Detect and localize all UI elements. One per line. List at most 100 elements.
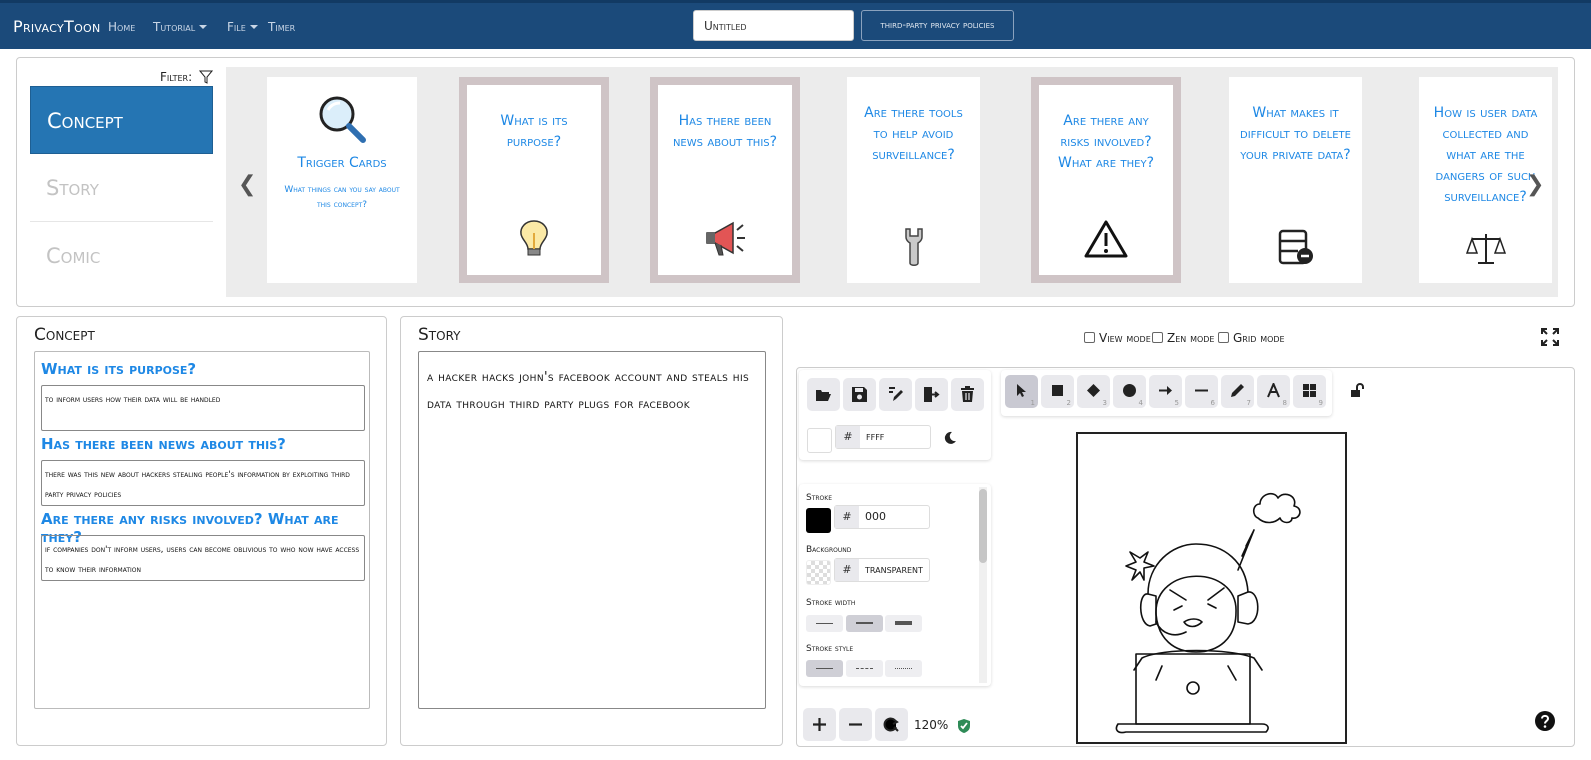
filter-control[interactable]: Filter: — [160, 70, 214, 84]
hash-label: # — [836, 426, 860, 448]
background-hex: transparent — [865, 563, 923, 576]
chevron-left-icon[interactable]: ❮ — [238, 172, 256, 197]
pencil-icon — [1231, 384, 1244, 397]
stroke-hex: 000 — [865, 510, 886, 523]
grid-mode-toggle[interactable]: Grid mode — [1218, 331, 1285, 345]
card-question: Are there tools to help avoid surveillan… — [864, 105, 963, 163]
moon-icon[interactable] — [943, 430, 957, 449]
grid-icon — [1303, 384, 1316, 397]
stroke-style-dotted[interactable] — [885, 660, 922, 677]
hacker-drawing — [1115, 492, 1301, 734]
save-as-button[interactable] — [879, 378, 912, 411]
view-mode-checkbox[interactable] — [1084, 332, 1095, 343]
zoom-in-button[interactable] — [803, 708, 836, 741]
trigger-card-panel: Filter: Concept Story Comic ❮ Trigger Ca… — [16, 57, 1575, 307]
hash-label: # — [835, 559, 859, 581]
zoom-out-button[interactable] — [839, 708, 872, 741]
fullscreen-icon[interactable] — [1541, 328, 1559, 350]
canvas-background-swatch[interactable] — [807, 428, 832, 453]
view-mode-toggle[interactable]: View mode — [1084, 331, 1151, 345]
stroke-width-extra-bold[interactable] — [885, 615, 922, 632]
reset-zoom-button[interactable] — [875, 708, 908, 741]
zen-mode-toggle[interactable]: Zen mode — [1152, 331, 1215, 345]
stroke-style-label: Stroke style — [806, 644, 854, 654]
help-icon[interactable] — [1535, 711, 1555, 735]
stroke-style-dashed[interactable] — [846, 660, 883, 677]
save-button[interactable] — [843, 378, 876, 411]
properties-scroll-thumb[interactable] — [979, 489, 987, 563]
card-tools[interactable]: Are there tools to help avoid surveillan… — [847, 77, 980, 283]
tool-select[interactable]: 1 — [1005, 375, 1038, 408]
minus-icon — [849, 723, 862, 726]
tab-comic[interactable]: Comic — [30, 222, 213, 290]
tool-rectangle[interactable]: 2 — [1041, 375, 1074, 408]
stroke-hex-input[interactable]: #000 — [834, 505, 930, 529]
zoom-reset-icon — [883, 717, 899, 732]
story-textarea[interactable]: a hacker hacks john's facebook account a… — [418, 351, 766, 709]
shortcut-number: 5 — [1174, 399, 1179, 407]
concept-panel-title: Concept — [34, 325, 95, 345]
stroke-style-solid[interactable] — [806, 660, 843, 677]
concept-answer-input[interactable]: if companies don't inform users, users c… — [41, 535, 365, 581]
warning-icon — [1039, 219, 1173, 263]
trigger-cards-card[interactable]: Trigger Cards What things can you say ab… — [267, 77, 417, 283]
zen-mode-checkbox[interactable] — [1152, 332, 1163, 343]
diamond-icon — [1087, 384, 1100, 397]
shortcut-number: 3 — [1102, 399, 1107, 407]
comic-canvas[interactable] — [1076, 432, 1347, 744]
view-mode-label: View mode — [1099, 331, 1151, 345]
tool-text[interactable]: 8 — [1257, 375, 1290, 408]
nav-tutorial-label: Tutorial — [153, 20, 196, 34]
canvas-background-hex-input[interactable]: # ffff — [835, 425, 931, 449]
tab-concept[interactable]: Concept — [30, 86, 213, 154]
stroke-width-thin[interactable] — [806, 615, 843, 632]
tool-ellipse[interactable]: 4 — [1113, 375, 1146, 408]
stroke-color-swatch[interactable] — [806, 508, 831, 533]
unlock-icon[interactable] — [1350, 383, 1365, 402]
zoom-controls: 120% — [799, 706, 949, 746]
open-button[interactable] — [807, 378, 840, 411]
tool-diamond[interactable]: 3 — [1077, 375, 1110, 408]
concept-answer-input[interactable]: to inform users how their data will be h… — [41, 385, 365, 431]
card-risks[interactable]: Are there any risks involved? What are t… — [1031, 77, 1181, 283]
tool-draw[interactable]: 7 — [1221, 375, 1254, 408]
nav-file[interactable]: File — [227, 20, 258, 34]
background-hex-input[interactable]: # transparent — [834, 558, 930, 582]
export-button[interactable] — [915, 378, 948, 411]
shortcut-number: 8 — [1282, 399, 1287, 407]
nav-timer[interactable]: Timer — [268, 20, 295, 34]
tab-story[interactable]: Story — [30, 154, 213, 222]
concept-panel: Concept What is its purpose? to inform u… — [16, 316, 387, 746]
properties-panel: Stroke #000 Background # transparent Stro… — [799, 484, 991, 686]
tool-line[interactable]: 6 — [1185, 375, 1218, 408]
tool-arrow[interactable]: 5 — [1149, 375, 1182, 408]
third-party-policies-button[interactable]: third-party privacy policies — [861, 10, 1014, 41]
save-icon — [852, 387, 867, 402]
brand-logo[interactable]: PrivacyToon — [13, 17, 101, 36]
card-delete-data[interactable]: What makes it difficult to delete your p… — [1229, 77, 1362, 283]
concept-answer-input[interactable]: there was this new about hackers stealin… — [41, 460, 365, 506]
card-question: What makes it difficult to delete your p… — [1240, 105, 1351, 163]
card-question: Are there any risks involved? What are t… — [1057, 113, 1155, 171]
story-panel: Story a hacker hacks john's facebook acc… — [400, 316, 783, 746]
shortcut-number: 2 — [1066, 399, 1071, 407]
card-carousel: ❮ Trigger Cards What things can you say … — [226, 67, 1558, 297]
document-title-input[interactable] — [693, 10, 854, 41]
line-icon — [1195, 389, 1208, 392]
card-purpose[interactable]: What is its purpose? — [459, 77, 609, 283]
shortcut-number: 7 — [1246, 399, 1251, 407]
tool-library[interactable]: 9 — [1293, 375, 1326, 408]
delete-button[interactable] — [951, 378, 984, 411]
background-label: Background — [806, 545, 852, 555]
zoom-level: 120% — [914, 718, 949, 732]
card-question: Has there been news about this? — [672, 113, 778, 150]
stroke-width-bold[interactable] — [846, 615, 883, 632]
nav-tutorial[interactable]: Tutorial — [153, 20, 208, 34]
grid-mode-checkbox[interactable] — [1218, 332, 1229, 343]
card-news[interactable]: Has there been news about this? — [650, 77, 800, 283]
shape-toolbar: 1 2 3 4 5 6 7 8 9 — [1001, 370, 1332, 416]
nav-home[interactable]: Home — [108, 20, 135, 34]
background-color-swatch[interactable] — [806, 560, 831, 585]
chevron-right-icon[interactable]: ❯ — [1526, 172, 1544, 197]
lightbulb-icon — [467, 219, 601, 263]
